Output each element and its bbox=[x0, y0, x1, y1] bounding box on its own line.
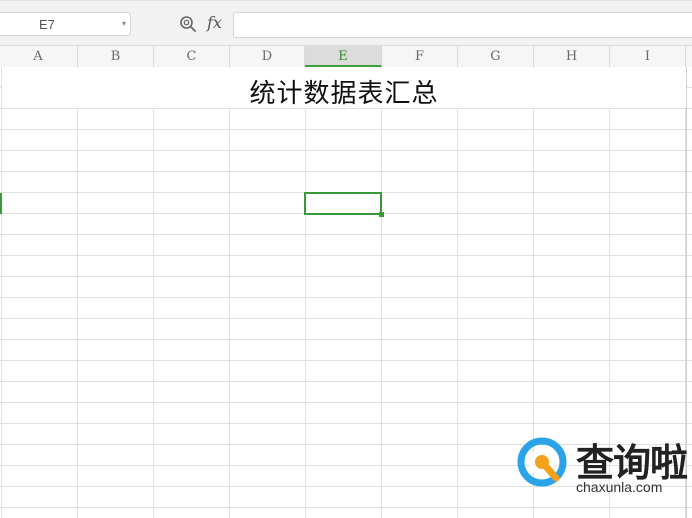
column-header-e[interactable]: E bbox=[305, 46, 382, 67]
column-header-d[interactable]: D bbox=[230, 46, 305, 67]
name-box[interactable]: E7 ▾ bbox=[0, 12, 131, 36]
name-box-value: E7 bbox=[39, 17, 55, 32]
column-header-c[interactable]: C bbox=[154, 46, 230, 67]
formula-input[interactable] bbox=[233, 12, 692, 38]
merged-title-cell[interactable]: 统计数据表汇总 bbox=[2, 67, 686, 109]
active-row-indicator bbox=[0, 193, 2, 214]
fx-icon[interactable]: fx bbox=[207, 13, 222, 32]
column-header-a[interactable]: A bbox=[0, 46, 78, 67]
fill-handle[interactable] bbox=[379, 212, 384, 217]
toolbar-divider bbox=[0, 0, 692, 1]
watermark-url: chaxunla.com bbox=[576, 479, 663, 495]
sheet-title: 统计数据表汇总 bbox=[249, 79, 439, 109]
column-header-f[interactable]: F bbox=[382, 46, 458, 67]
watermark: 查询啦 chaxunla.com bbox=[516, 432, 690, 498]
zoom-search-icon[interactable] bbox=[179, 15, 197, 33]
column-header-b[interactable]: B bbox=[78, 46, 154, 67]
selected-cell-e7[interactable] bbox=[304, 192, 382, 215]
formula-bar: E7 ▾ fx bbox=[0, 0, 692, 46]
column-header-h[interactable]: H bbox=[534, 46, 610, 67]
column-header-row: A B C D E F G H I bbox=[0, 46, 692, 68]
magnifier-q-logo-icon bbox=[517, 437, 567, 487]
chevron-down-icon[interactable]: ▾ bbox=[122, 19, 126, 29]
column-header-g[interactable]: G bbox=[458, 46, 534, 67]
column-header-i[interactable]: I bbox=[610, 46, 686, 67]
